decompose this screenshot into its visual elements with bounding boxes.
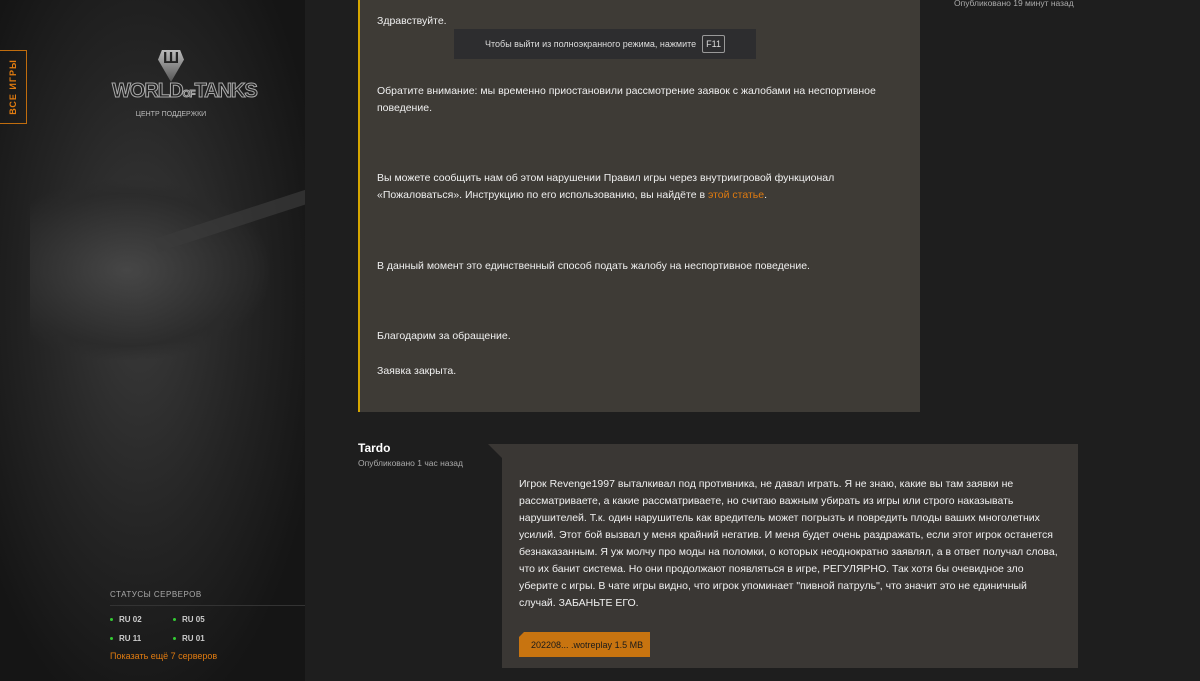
fullscreen-notice: Чтобы выйти из полноэкранного режима, на… <box>454 29 756 59</box>
server-item: RU 11 <box>110 634 173 643</box>
article-link[interactable]: этой статье <box>708 189 764 201</box>
server-item: RU 02 <box>110 615 173 624</box>
message-published-time: Опубликовано 1 час назад <box>358 458 463 468</box>
fullscreen-notice-text: Чтобы выйти из полноэкранного режима, на… <box>485 39 697 49</box>
attachment-name: 202208... .wotreplay <box>531 639 613 650</box>
status-online-icon <box>173 618 176 622</box>
server-name: RU 05 <box>182 615 205 624</box>
status-online-icon <box>173 637 176 641</box>
attachment-file[interactable]: 202208... .wotreplay 1.5 MB <box>519 632 650 657</box>
sidebar: ВСЕ ИГРЫ Ш WORLDOFTANKS ЦЕНТР ПОДДЕРЖКИ … <box>0 0 305 681</box>
attachment-size: 1.5 MB <box>614 639 644 650</box>
server-name: RU 11 <box>119 634 142 643</box>
answer-paragraph: В данный момент это единственный способ … <box>377 260 810 272</box>
status-online-icon <box>110 618 113 622</box>
answer-greeting: Здравствуйте. <box>377 15 447 27</box>
server-status-title: СТАТУСЫ СЕРВЕРОВ <box>110 590 305 606</box>
answer-paragraph: Вы можете сообщить нам об этом нарушении… <box>377 170 897 204</box>
logo-wordmark: WORLDOFTANKS <box>112 80 259 103</box>
answer-published-time: Опубликовано 19 минут назад <box>954 0 1074 8</box>
server-item: RU 01 <box>173 634 236 643</box>
answer-text: . <box>764 189 767 201</box>
message-author: Tardo <box>358 441 391 455</box>
all-games-label: ВСЕ ИГРЫ <box>8 59 19 115</box>
server-item: RU 05 <box>173 615 236 624</box>
world-of-tanks-logo[interactable]: Ш WORLDOFTANKS ЦЕНТР ПОДДЕРЖКИ <box>112 50 259 118</box>
show-more-servers-link[interactable]: Показать ещё 7 серверов <box>110 651 305 661</box>
server-name: RU 01 <box>182 634 205 643</box>
status-online-icon <box>110 637 113 641</box>
message-text: Игрок Revenge1997 выталкивал под противн… <box>519 478 1058 609</box>
support-answer: Здравствуйте. Обратите внимание: мы врем… <box>358 0 920 412</box>
all-games-button[interactable]: ВСЕ ИГРЫ <box>0 50 27 124</box>
answer-paragraph: Обратите внимание: мы временно приостано… <box>377 85 876 114</box>
logo-shield-icon: Ш <box>158 50 184 82</box>
tank-background-image <box>30 180 270 360</box>
server-status-panel: СТАТУСЫ СЕРВЕРОВ RU 02 RU 05 RU 11 RU 01… <box>110 590 305 661</box>
support-center-label: ЦЕНТР ПОДДЕРЖКИ <box>135 111 207 118</box>
answer-paragraph: Благодарим за обращение. <box>377 330 511 342</box>
server-name: RU 02 <box>119 615 142 624</box>
key-badge: F11 <box>702 35 725 53</box>
answer-paragraph: Заявка закрыта. <box>377 365 457 377</box>
